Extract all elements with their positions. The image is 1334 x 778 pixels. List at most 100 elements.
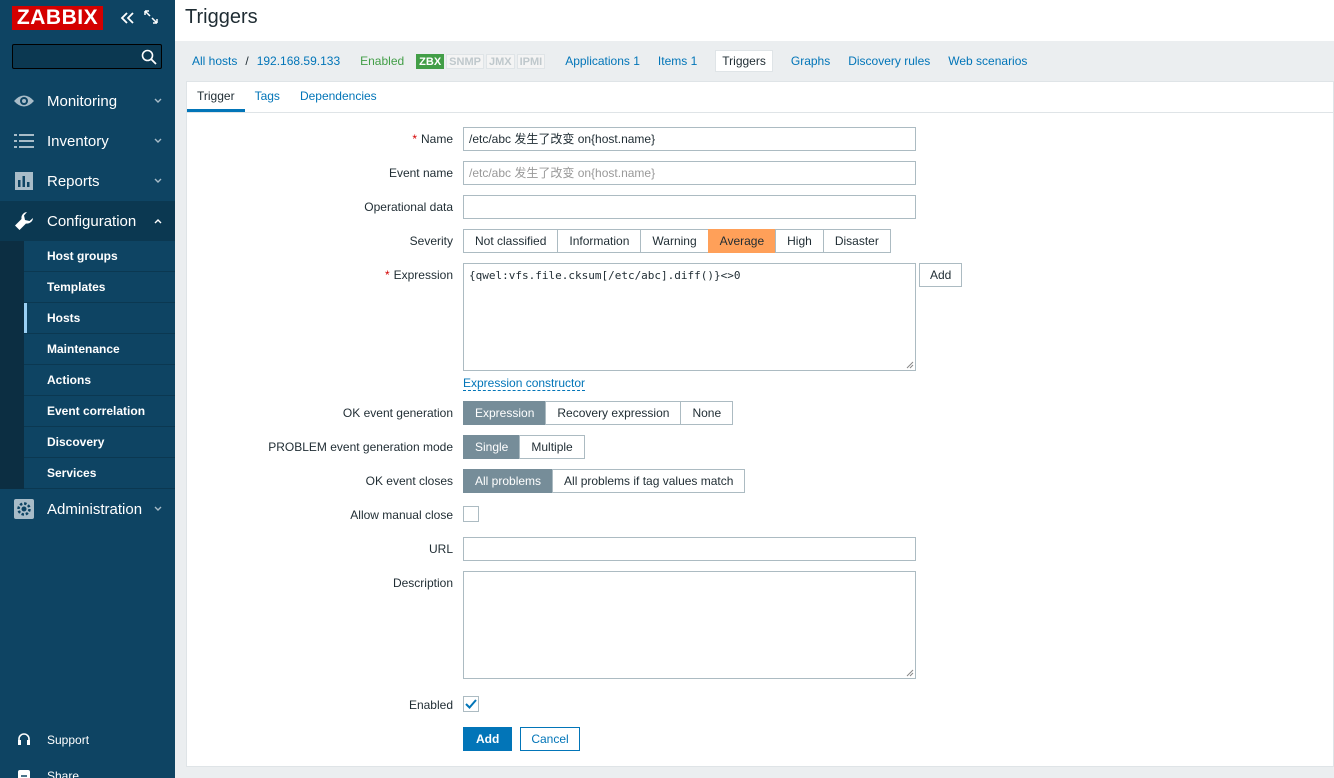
tab-trigger[interactable]: Trigger	[187, 82, 245, 112]
submenu-templates[interactable]: Templates	[24, 272, 175, 303]
severity-not-classified[interactable]: Not classified	[463, 229, 559, 253]
nav-items[interactable]: Items 1	[658, 54, 697, 68]
checkmark-icon	[465, 699, 477, 709]
zabbix-logo[interactable]: ZABBIX	[12, 6, 103, 30]
resize-grip-icon[interactable]	[906, 669, 914, 677]
row-operational-data: Operational data	[187, 195, 1334, 219]
ok-gen-recovery-expression[interactable]: Recovery expression	[545, 401, 682, 425]
event-name-input[interactable]: /etc/abc 发生了改变 on{host.name}	[463, 161, 916, 185]
cancel-button[interactable]: Cancel	[520, 727, 580, 751]
submenu-host-groups[interactable]: Host groups	[24, 241, 175, 272]
nav-web-scenarios[interactable]: Web scenarios	[948, 54, 1027, 68]
severity-average[interactable]: Average	[707, 229, 777, 253]
form-buttons: Add Cancel	[463, 727, 580, 751]
ok-closes-all-problems[interactable]: All problems	[463, 469, 554, 493]
severity-selector: Not classified Information Warning Avera…	[463, 229, 891, 253]
main-menu: Monitoring Inventory Reports Configurati…	[0, 81, 175, 529]
row-enabled: Enabled	[187, 695, 1334, 715]
menu-configuration[interactable]: Configuration	[0, 201, 175, 241]
header-bar: Triggers	[175, 0, 1334, 41]
severity-disaster[interactable]: Disaster	[822, 229, 891, 253]
description-label: Description	[392, 576, 453, 590]
expression-label: * Expression	[384, 268, 453, 282]
row-url: URL	[187, 537, 1334, 561]
nav-applications[interactable]: Applications 1	[565, 54, 640, 68]
nav-graphs[interactable]: Graphs	[791, 54, 830, 68]
kiosk-mode-icon[interactable]	[144, 10, 158, 24]
name-input[interactable]: /etc/abc 发生了改变 on{host.name}	[463, 127, 916, 151]
search-icon[interactable]	[141, 49, 157, 65]
wrench-icon	[13, 210, 35, 232]
severity-warning[interactable]: Warning	[640, 229, 709, 253]
sidebar: ZABBIX Monitoring Inventory Reports Conf…	[0, 0, 175, 778]
problem-mode-multiple[interactable]: Multiple	[519, 435, 585, 459]
menu-reports[interactable]: Reports	[0, 161, 175, 201]
submenu-actions[interactable]: Actions	[24, 365, 175, 396]
row-description: Description	[187, 571, 1334, 681]
expression-constructor-link[interactable]: Expression constructor	[463, 376, 586, 391]
badge-zbx: ZBX	[416, 53, 445, 69]
trigger-form: Trigger Tags Dependencies * Name /etc/abc…	[186, 81, 1334, 767]
resize-grip-icon[interactable]	[906, 361, 914, 369]
submenu-event-correlation[interactable]: Event correlation	[24, 396, 175, 427]
badge-ipmi: IPMI	[516, 53, 546, 69]
share-label: Share	[47, 769, 80, 778]
row-problem-mode: PROBLEM event generation mode Single Mul…	[187, 435, 1334, 459]
problem-mode-single[interactable]: Single	[463, 435, 521, 459]
form-tabs: Trigger Tags Dependencies	[187, 82, 1333, 113]
problem-mode-selector: Single Multiple	[463, 435, 585, 459]
ok-event-closes-label: OK event closes	[365, 474, 453, 488]
badge-jmx: JMX	[485, 53, 515, 69]
menu-configuration-label: Configuration	[47, 212, 137, 230]
menu-monitoring-label: Monitoring	[47, 92, 118, 110]
ok-event-closes-selector: All problems All problems if tag values …	[463, 469, 746, 493]
collapse-sidebar-icon[interactable]	[119, 8, 135, 28]
url-label: URL	[428, 542, 453, 556]
menu-inventory[interactable]: Inventory	[0, 121, 175, 161]
headset-icon	[18, 733, 30, 745]
breadcrumb-host[interactable]: 192.168.59.133	[257, 54, 340, 68]
ok-event-generation-label: OK event generation	[342, 406, 453, 420]
severity-information[interactable]: Information	[557, 229, 642, 253]
gear-icon	[13, 498, 35, 520]
add-trigger-button[interactable]: Add	[463, 727, 513, 751]
support-label: Support	[47, 733, 90, 747]
description-textarea[interactable]	[463, 571, 916, 679]
nav-triggers[interactable]: Triggers	[715, 50, 773, 72]
row-name: * Name /etc/abc 发生了改变 on{host.name}	[187, 127, 1334, 151]
chevron-down-icon	[154, 138, 162, 143]
menu-inventory-label: Inventory	[47, 132, 109, 150]
nav-discovery-rules[interactable]: Discovery rules	[848, 54, 930, 68]
ok-closes-tag-match[interactable]: All problems if tag values match	[552, 469, 746, 493]
submenu-services[interactable]: Services	[24, 458, 175, 489]
submenu-discovery[interactable]: Discovery	[24, 427, 175, 458]
badge-snmp: SNMP	[446, 53, 484, 69]
support-link[interactable]: Support	[0, 728, 175, 752]
severity-high[interactable]: High	[775, 229, 824, 253]
configuration-submenu: Host groups Templates Hosts Maintenance …	[0, 241, 175, 489]
ok-gen-none[interactable]: None	[680, 401, 734, 425]
submenu-maintenance[interactable]: Maintenance	[24, 334, 175, 365]
row-severity: Severity Not classified Information Warn…	[187, 229, 1334, 253]
menu-administration[interactable]: Administration	[0, 489, 175, 529]
submenu-hosts[interactable]: Hosts	[24, 303, 175, 334]
row-expression: * Expression {qwel:vfs.file.cksum[/etc/ab…	[187, 263, 1334, 393]
enabled-checkbox[interactable]	[463, 696, 479, 712]
expression-add-button[interactable]: Add	[919, 263, 963, 287]
menu-monitoring[interactable]: Monitoring	[0, 81, 175, 121]
severity-label: Severity	[409, 234, 453, 248]
ok-gen-expression[interactable]: Expression	[463, 401, 547, 425]
expression-textarea[interactable]: {qwel:vfs.file.cksum[/etc/abc].diff()}<>…	[463, 263, 916, 371]
share-link[interactable]: Share	[0, 766, 175, 778]
eye-icon	[13, 90, 35, 112]
breadcrumb-all-hosts[interactable]: All hosts	[192, 54, 237, 68]
tab-dependencies[interactable]: Dependencies	[290, 82, 387, 112]
tab-tags[interactable]: Tags	[245, 82, 290, 112]
row-manual-close: Allow manual close	[187, 505, 1334, 525]
host-navigation: All hosts / 192.168.59.133 Enabled ZBX S…	[175, 41, 1334, 81]
manual-close-checkbox[interactable]	[463, 506, 479, 522]
breadcrumb-separator: /	[245, 54, 249, 68]
sidebar-search-input[interactable]	[12, 44, 162, 69]
url-input[interactable]	[463, 537, 916, 561]
operational-data-input[interactable]	[463, 195, 916, 219]
